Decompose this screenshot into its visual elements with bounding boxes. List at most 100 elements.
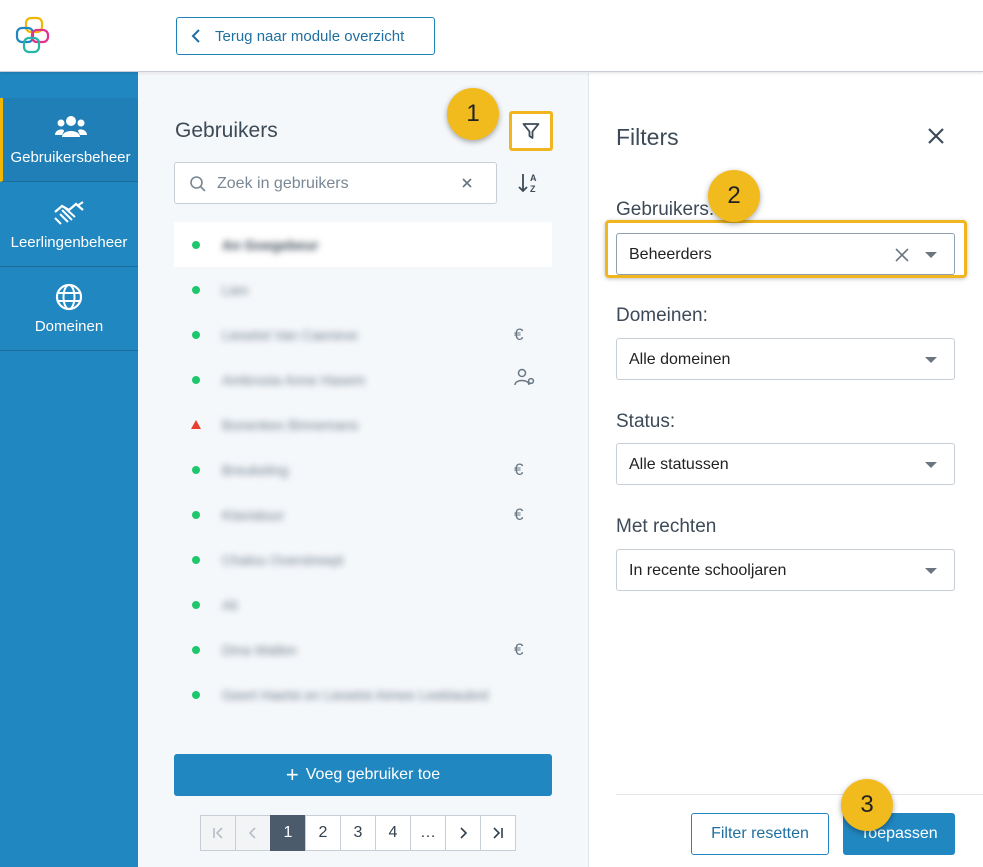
status-filter-select[interactable]: Alle statussen <box>616 443 955 485</box>
svg-text:A: A <box>530 173 537 183</box>
filter-icon <box>522 123 540 139</box>
search-input[interactable] <box>217 173 447 195</box>
reset-filter-button[interactable]: Filter resetten <box>691 813 829 855</box>
user-row[interactable]: Dina Wallen € <box>174 627 552 672</box>
status-warning-icon <box>191 420 201 429</box>
step-badge-2: 2 <box>708 170 760 222</box>
chevron-right-icon <box>460 827 468 839</box>
select-value: Alle domeinen <box>629 351 731 368</box>
status-active-dot <box>192 240 200 249</box>
user-gear-icon <box>514 368 536 391</box>
domains-filter-select[interactable]: Alle domeinen <box>616 338 955 380</box>
last-page-icon <box>493 827 503 839</box>
caret-down-icon <box>925 462 937 468</box>
sidebar: Gebruikersbeheer Leerlingenbeheer Domein… <box>0 72 138 867</box>
select-value: In recente schooljaren <box>629 562 787 579</box>
search-icon <box>190 176 206 192</box>
status-active-dot <box>192 285 200 294</box>
select-value: Alle statussen <box>629 456 729 473</box>
users-title: Gebruikers <box>175 119 278 142</box>
back-button-label: Terug naar module overzicht <box>215 27 405 45</box>
more-pages-button[interactable]: … <box>410 815 446 851</box>
user-row[interactable]: Ali <box>174 582 552 627</box>
user-row[interactable]: An Goegebeur <box>174 222 552 267</box>
user-list: An Goegebeur Lien Lieselot Van Caeneve €… <box>174 222 552 717</box>
sidebar-item-label: Domeinen <box>34 318 104 335</box>
step-badge-3: 3 <box>841 779 893 831</box>
user-row[interactable]: Lien <box>174 267 552 312</box>
first-page-icon <box>213 827 223 839</box>
users-icon <box>54 116 87 137</box>
status-active-dot <box>192 645 200 654</box>
add-user-label: Voeg gebruiker toe <box>305 766 441 783</box>
user-row[interactable]: Bonenkes Binnemans <box>174 402 552 447</box>
user-name: Lien <box>222 281 249 298</box>
close-icon[interactable] <box>926 126 946 146</box>
filters-panel: Filters Gebruikers: Beheerders Domeinen:… <box>589 73 983 867</box>
page-button-3[interactable]: 3 <box>340 815 376 851</box>
globe-icon <box>55 283 83 311</box>
user-name: Breukeling <box>222 461 289 478</box>
page-button-2[interactable]: 2 <box>305 815 341 851</box>
status-active-dot <box>192 555 200 564</box>
filter-label-domains: Domeinen: <box>616 305 708 326</box>
top-bar: Terug naar module overzicht <box>0 0 983 72</box>
filter-label-users: Gebruikers: <box>616 199 715 220</box>
filter-label-status: Status: <box>616 411 676 432</box>
back-to-modules-button[interactable]: Terug naar module overzicht <box>176 17 435 55</box>
user-name: An Goegebeur <box>222 236 319 253</box>
user-row[interactable]: Ambrosia Anne Hasem <box>174 357 552 402</box>
status-active-dot <box>192 600 200 609</box>
step-badge-1: 1 <box>447 88 499 140</box>
sidebar-item-label: Leerlingenbeheer <box>10 234 128 251</box>
next-page-button[interactable] <box>445 815 481 851</box>
sidebar-item-domeinen[interactable]: Domeinen <box>0 267 138 351</box>
filters-title: Filters <box>616 124 679 150</box>
page-button-4[interactable]: 4 <box>375 815 411 851</box>
users-filter-select[interactable]: Beheerders <box>616 233 955 275</box>
clear-search-icon[interactable] <box>460 176 474 190</box>
first-page-button[interactable] <box>200 815 236 851</box>
chevron-left-icon <box>248 827 256 839</box>
filter-label-rights: Met rechten <box>616 516 717 537</box>
page-button-1[interactable]: 1 <box>270 815 306 851</box>
status-active-dot <box>192 375 200 384</box>
caret-down-icon <box>925 568 937 574</box>
status-active-dot <box>192 690 200 699</box>
user-row[interactable]: Geert Haelst en Lieselot Aimee Leeklaubr… <box>174 672 552 717</box>
user-name: Ambrosia Anne Hasem <box>222 371 366 388</box>
users-panel: Gebruikers A Z An Goegebeur Lien Lieselo… <box>138 73 589 867</box>
svg-text:Z: Z <box>530 184 536 194</box>
status-active-dot <box>192 465 200 474</box>
status-active-dot <box>192 330 200 339</box>
caret-down-icon <box>925 357 937 363</box>
plus-icon: + <box>285 762 299 787</box>
last-page-button[interactable] <box>480 815 516 851</box>
user-name: Lieselot Van Caeneve <box>222 326 358 343</box>
user-name: Klaviatuur <box>222 506 285 523</box>
search-box <box>174 162 497 204</box>
sidebar-item-label: Gebruikersbeheer <box>10 149 131 166</box>
user-row[interactable]: Chalou Overstreept <box>174 537 552 582</box>
sort-az-icon[interactable]: A Z <box>517 171 543 195</box>
user-row[interactable]: Lieselot Van Caeneve € <box>174 312 552 357</box>
prev-page-button[interactable] <box>235 815 271 851</box>
add-user-button[interactable]: + Voeg gebruiker toe <box>174 754 552 796</box>
select-value: Beheerders <box>629 246 712 263</box>
clear-selection-icon[interactable] <box>894 247 910 263</box>
user-row[interactable]: Breukeling € <box>174 447 552 492</box>
sidebar-item-leerlingenbeheer[interactable]: Leerlingenbeheer <box>0 183 138 267</box>
sidebar-item-gebruikersbeheer[interactable]: Gebruikersbeheer <box>0 98 138 182</box>
app-logo <box>15 16 50 54</box>
euro-icon: € <box>514 459 524 479</box>
filter-button[interactable] <box>509 111 553 151</box>
user-name: Bonenkes Binnemans <box>222 416 359 433</box>
footer-divider <box>616 794 983 795</box>
user-name: Geert Haelst en Lieselot Aimee Leeklaubr… <box>222 686 489 703</box>
user-name: Ali <box>222 596 238 613</box>
rights-filter-select[interactable]: In recente schooljaren <box>616 549 955 591</box>
status-active-dot <box>192 510 200 519</box>
euro-icon: € <box>514 639 524 659</box>
user-row[interactable]: Klaviatuur € <box>174 492 552 537</box>
caret-down-icon <box>925 252 937 258</box>
